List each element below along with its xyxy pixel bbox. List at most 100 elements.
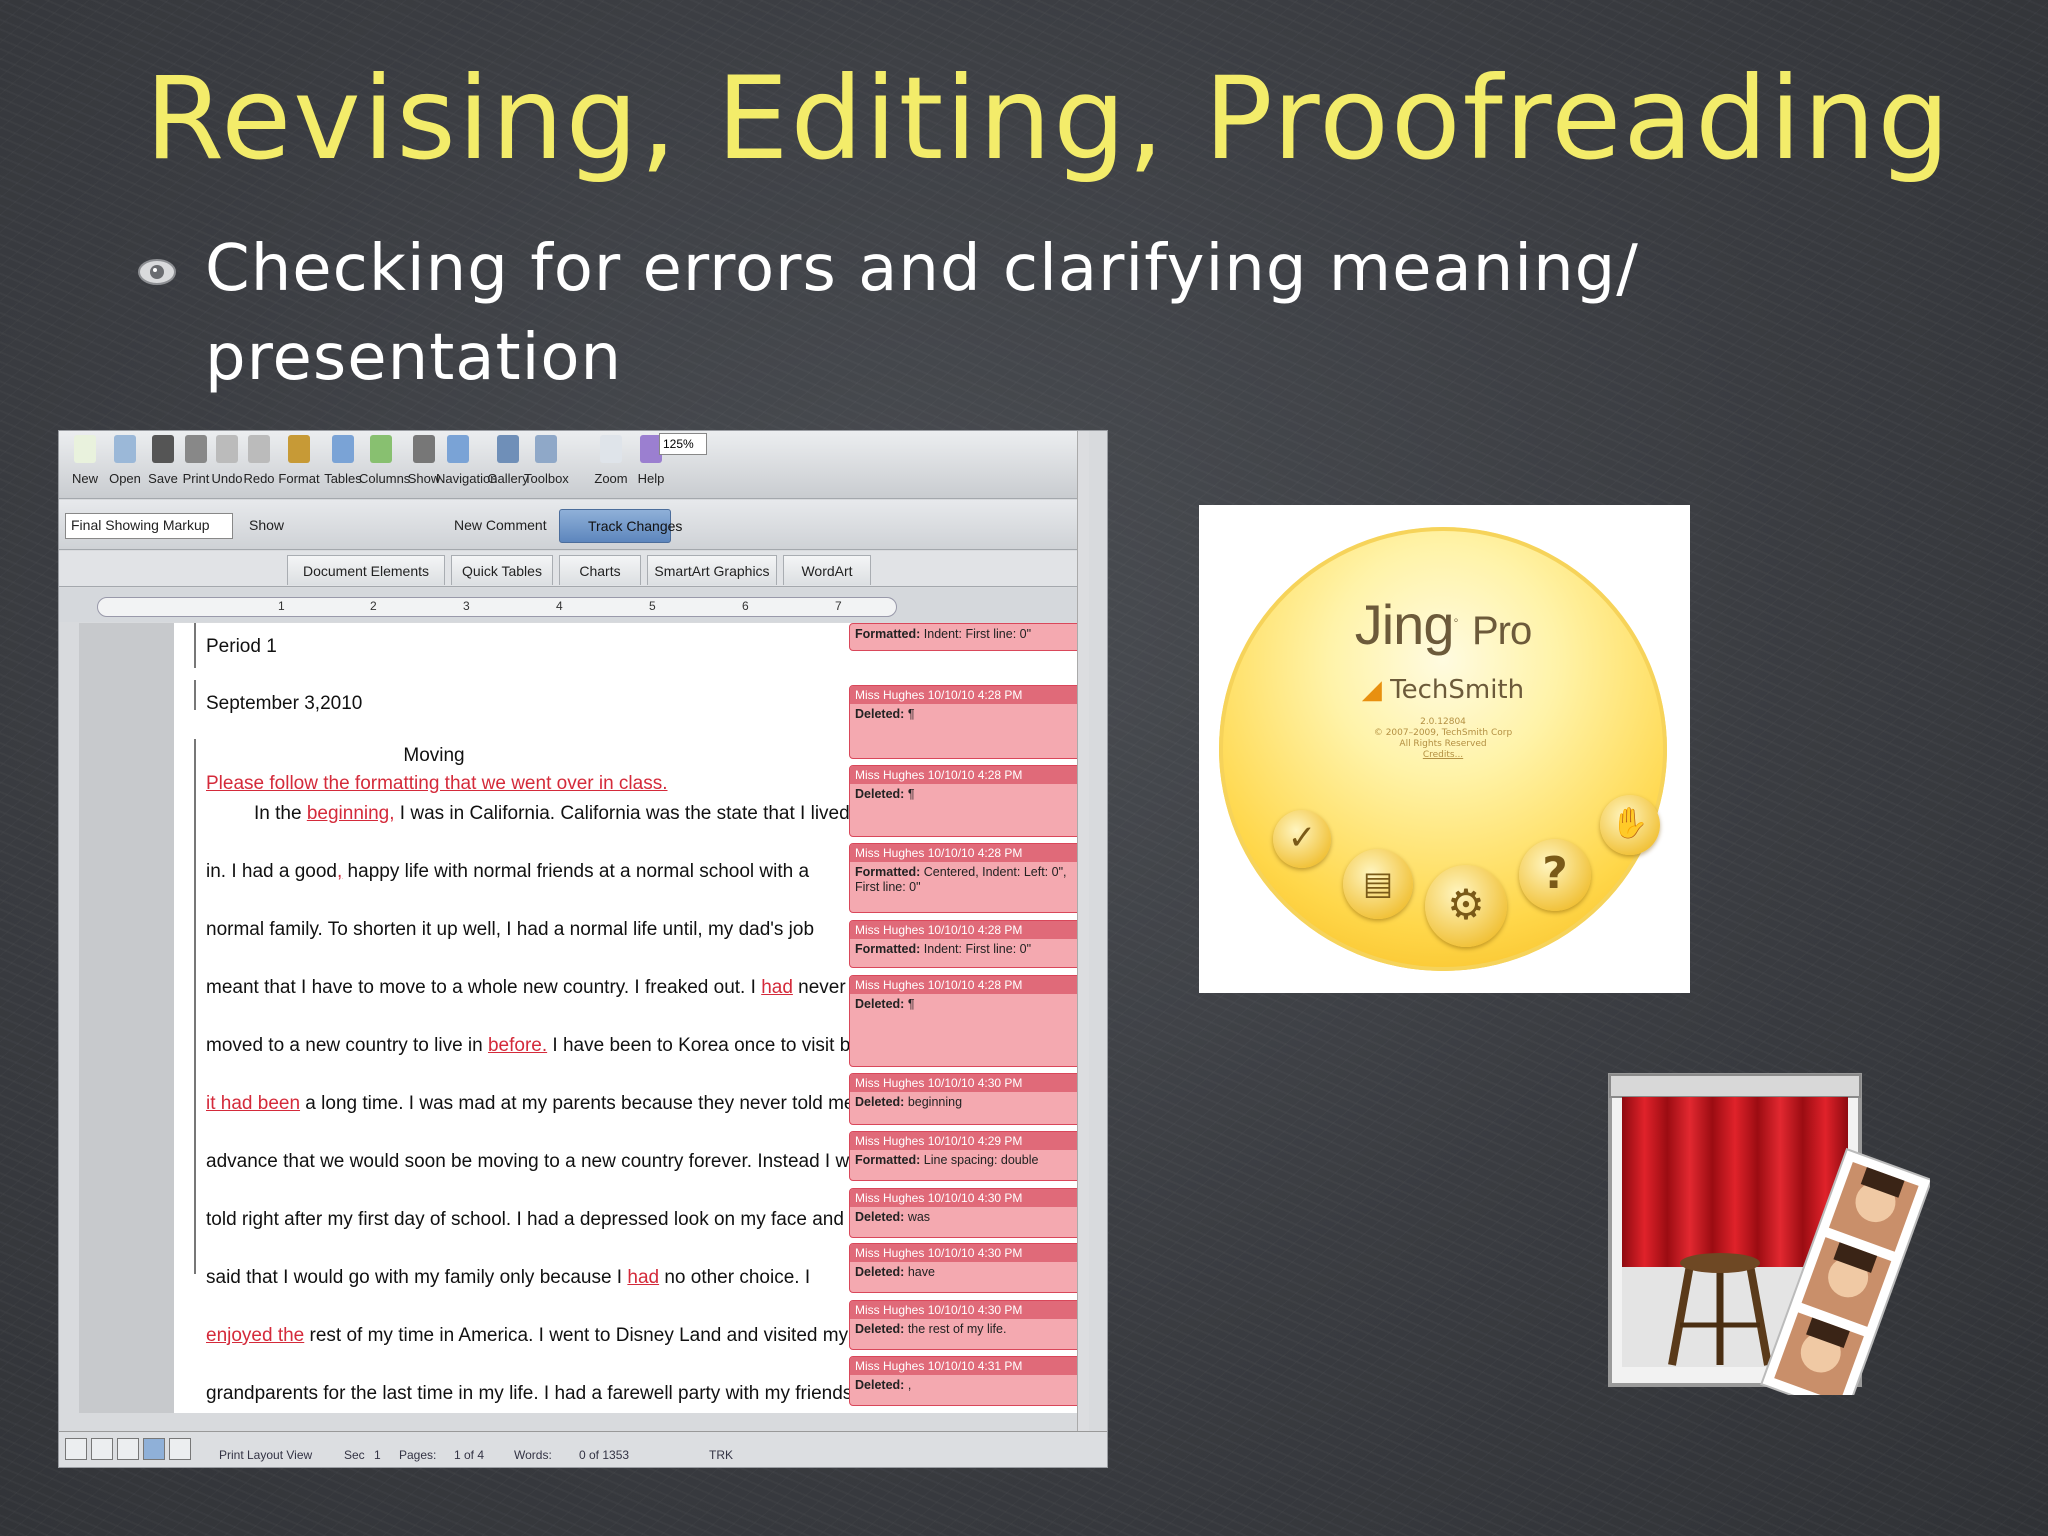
- zoom-icon: [600, 435, 622, 463]
- balloon-label: Deleted:: [855, 997, 905, 1011]
- balloon-text: ¶: [907, 787, 915, 801]
- ribbon-tab-smartart[interactable]: SmartArt Graphics: [647, 555, 777, 585]
- balloon-label: Formatted:: [855, 627, 921, 641]
- doc-comment-line: Please follow the formatting that we wen…: [206, 773, 668, 794]
- balloon-header: Miss Hughes 10/10/10 4:28 PM: [850, 844, 1082, 862]
- ruler[interactable]: 1 2 3 4 5 6 7: [97, 597, 897, 617]
- ribbon-tab-charts[interactable]: Charts: [559, 555, 641, 585]
- balloon-text: Indent: First line: 0": [923, 942, 1032, 956]
- eye-bullet-icon: [138, 259, 176, 285]
- change-bar: [194, 623, 196, 668]
- check-icon[interactable]: ✓: [1273, 810, 1331, 868]
- balloon-body: Deleted: ¶: [850, 784, 1082, 805]
- markup-balloon[interactable]: Formatted: Indent: First line: 0": [849, 623, 1083, 651]
- jing-credits-link[interactable]: Credits...: [1219, 750, 1667, 761]
- document-page[interactable]: Period 1 September 3,2010 Moving Please …: [174, 623, 894, 1413]
- exit-icon[interactable]: ✋: [1600, 795, 1660, 855]
- markup-balloon[interactable]: Miss Hughes 10/10/10 4:30 PM Deleted: the…: [849, 1300, 1083, 1350]
- toolbar-label: Help: [637, 471, 665, 486]
- balloon-label: Deleted:: [855, 787, 905, 801]
- balloon-text: Indent: First line: 0": [923, 627, 1032, 641]
- balloon-text: have: [907, 1265, 935, 1279]
- doc-text: a long time. I was mad at my parents bec…: [300, 1093, 875, 1114]
- balloon-body: Deleted: beginning: [850, 1092, 1082, 1113]
- techsmith-text: TechSmith: [1390, 675, 1525, 705]
- draft-view-icon[interactable]: [65, 1438, 87, 1460]
- doc-text-line: grandparents for the last time in my lif…: [206, 1383, 868, 1405]
- balloon-label: Deleted:: [855, 707, 905, 721]
- status-sec-label: Sec: [344, 1448, 365, 1462]
- toolbar-item-format[interactable]: Format: [277, 435, 321, 486]
- ribbon-tab-document-elements[interactable]: Document Elements: [287, 555, 445, 585]
- toolbar-item-redo[interactable]: Redo: [237, 435, 281, 486]
- toolbar-item-toolbox[interactable]: Toolbox: [524, 435, 569, 486]
- doc-insertion: it had been: [206, 1093, 301, 1114]
- toolbar-item-columns[interactable]: Columns: [359, 435, 411, 486]
- markup-balloon[interactable]: Miss Hughes 10/10/10 4:28 PM Formatted: C…: [849, 843, 1083, 913]
- markup-balloon[interactable]: Miss Hughes 10/10/10 4:30 PM Deleted: hav…: [849, 1243, 1083, 1293]
- markup-balloon[interactable]: Miss Hughes 10/10/10 4:31 PM Deleted: ,: [849, 1356, 1083, 1406]
- doc-text-line: told right after my first day of school.…: [206, 1209, 844, 1231]
- doc-text: in. I had a good: [206, 861, 337, 882]
- balloon-body: Formatted: Centered, Indent: Left: 0", F…: [850, 862, 1082, 898]
- change-bar: [194, 739, 196, 1274]
- outline-view-icon[interactable]: [91, 1438, 113, 1460]
- markup-balloon[interactable]: Miss Hughes 10/10/10 4:28 PM Formatted: I…: [849, 920, 1083, 968]
- markup-balloon[interactable]: Miss Hughes 10/10/10 4:28 PM Deleted: ¶: [849, 975, 1083, 1067]
- print-icon: [185, 435, 207, 463]
- markup-balloon[interactable]: Miss Hughes 10/10/10 4:30 PM Deleted: beg…: [849, 1073, 1083, 1125]
- balloon-label: Deleted:: [855, 1322, 905, 1336]
- new-comment-button[interactable]: New Comment: [454, 517, 547, 533]
- markup-balloon[interactable]: Miss Hughes 10/10/10 4:28 PM Deleted: ¶: [849, 685, 1083, 759]
- notebook-view-icon[interactable]: [169, 1438, 191, 1460]
- toolbar-item-new[interactable]: New: [63, 435, 107, 486]
- jing-pro-label: Pro: [1472, 609, 1532, 653]
- balloon-label: Deleted:: [855, 1265, 905, 1279]
- status-pages-label: Pages:: [399, 1448, 437, 1462]
- status-bar: Print Layout View Sec 1 Pages: 1 of 4 Wo…: [59, 1431, 1107, 1467]
- doc-text: In the: [254, 803, 307, 824]
- toolbar-item-zoom[interactable]: Zoom: [589, 435, 633, 486]
- balloon-body: Deleted: ,: [850, 1375, 1082, 1396]
- vertical-scrollbar[interactable]: [1077, 431, 1089, 1467]
- doc-insertion: had: [627, 1267, 660, 1288]
- toolbar-item-navigation[interactable]: Navigation: [436, 435, 497, 486]
- doc-heading: Moving: [403, 745, 465, 766]
- doc-period: Period 1: [206, 636, 277, 657]
- jing-copyright: © 2007–2009, TechSmith Corp: [1373, 728, 1513, 738]
- markup-balloon[interactable]: Miss Hughes 10/10/10 4:30 PM Deleted: was: [849, 1188, 1083, 1238]
- doc-text: happy life with normal friends at a norm…: [342, 861, 810, 882]
- jing-name: Jing◦ Pro: [1354, 593, 1533, 656]
- jing-rights: All Rights Reserved: [1399, 739, 1487, 749]
- ribbon-tab-quick-tables[interactable]: Quick Tables: [451, 555, 553, 585]
- doc-insertion: before.: [487, 1035, 548, 1056]
- publishing-view-icon[interactable]: [117, 1438, 139, 1460]
- balloon-body: Deleted: ¶: [850, 994, 1082, 1015]
- balloon-text: was: [907, 1210, 931, 1224]
- toolbar-label: Columns: [359, 471, 411, 486]
- gallery-icon: [497, 435, 519, 463]
- slide-title: Revising, Editing, Proofreading: [145, 52, 1952, 185]
- markup-balloon[interactable]: Miss Hughes 10/10/10 4:29 PM Formatted: L…: [849, 1131, 1083, 1181]
- zoom-field[interactable]: 125%: [659, 433, 707, 455]
- toolbox-icon: [535, 435, 557, 463]
- photo-booth-icon: [1608, 1073, 1930, 1395]
- print-layout-view-icon[interactable]: [143, 1438, 165, 1460]
- markup-select[interactable]: Final Showing Markup: [65, 513, 233, 539]
- doc-text-line: normal family. To shorten it up well, I …: [206, 919, 814, 941]
- status-trk[interactable]: TRK: [709, 1448, 733, 1462]
- doc-text: advance that we would soon be moving to …: [206, 1151, 870, 1172]
- help-icon[interactable]: ?: [1519, 839, 1591, 911]
- doc-text-line: In the beginning, I was in California. C…: [254, 803, 850, 825]
- markup-balloon[interactable]: Miss Hughes 10/10/10 4:28 PM Deleted: ¶: [849, 765, 1083, 837]
- doc-text: meant that I have to move to a whole new…: [206, 977, 762, 998]
- history-icon[interactable]: ▤: [1343, 849, 1413, 919]
- track-changes-button[interactable]: Track Changes: [559, 509, 682, 543]
- gear-icon[interactable]: ⚙: [1425, 865, 1507, 947]
- balloon-body: Deleted: was: [850, 1207, 1082, 1228]
- ribbon-tab-wordart[interactable]: WordArt: [783, 555, 871, 585]
- show-menu[interactable]: Show: [249, 517, 284, 533]
- format-brush-icon: [288, 435, 310, 463]
- doc-text-line: enjoyed the rest of my time in America. …: [206, 1325, 848, 1347]
- balloon-body: Deleted: have: [850, 1262, 1082, 1283]
